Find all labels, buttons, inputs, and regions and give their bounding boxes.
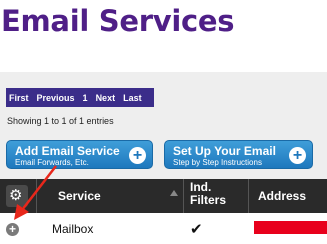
plus-circle-icon: + <box>289 147 306 164</box>
red-arrow-annotation <box>14 165 57 220</box>
arrow-head <box>14 204 29 220</box>
pager-previous-link[interactable]: Previous <box>37 93 75 103</box>
column-divider <box>248 179 249 213</box>
add-email-service-label: Add Email Service <box>15 144 120 158</box>
setup-email-button[interactable]: Set Up Your Email Step by Step Instructi… <box>164 140 313 169</box>
sort-asc-icon <box>170 190 178 196</box>
pager-last-link[interactable]: Last <box>123 93 142 103</box>
arrow-shaft <box>21 165 57 211</box>
column-header-ind-filters[interactable]: Ind. Filters <box>190 181 230 207</box>
plus-circle-icon: + <box>129 147 146 164</box>
setup-email-sublabel: Step by Step Instructions <box>173 158 262 167</box>
setup-email-label: Set Up Your Email <box>173 144 276 158</box>
checkmark-icon: ✔ <box>190 221 203 238</box>
entries-info: Showing 1 to 1 of 1 entries <box>7 116 114 126</box>
pager-first-link[interactable]: First <box>9 93 29 103</box>
redacted-address <box>254 221 327 234</box>
page-title: Email Services <box>1 4 235 38</box>
column-divider <box>183 179 184 213</box>
column-header-address[interactable]: Address <box>258 189 306 203</box>
pager-next-link[interactable]: Next <box>96 93 116 103</box>
pager-page-1-link[interactable]: 1 <box>83 93 88 103</box>
pagination-bar: First Previous 1 Next Last <box>6 88 154 107</box>
